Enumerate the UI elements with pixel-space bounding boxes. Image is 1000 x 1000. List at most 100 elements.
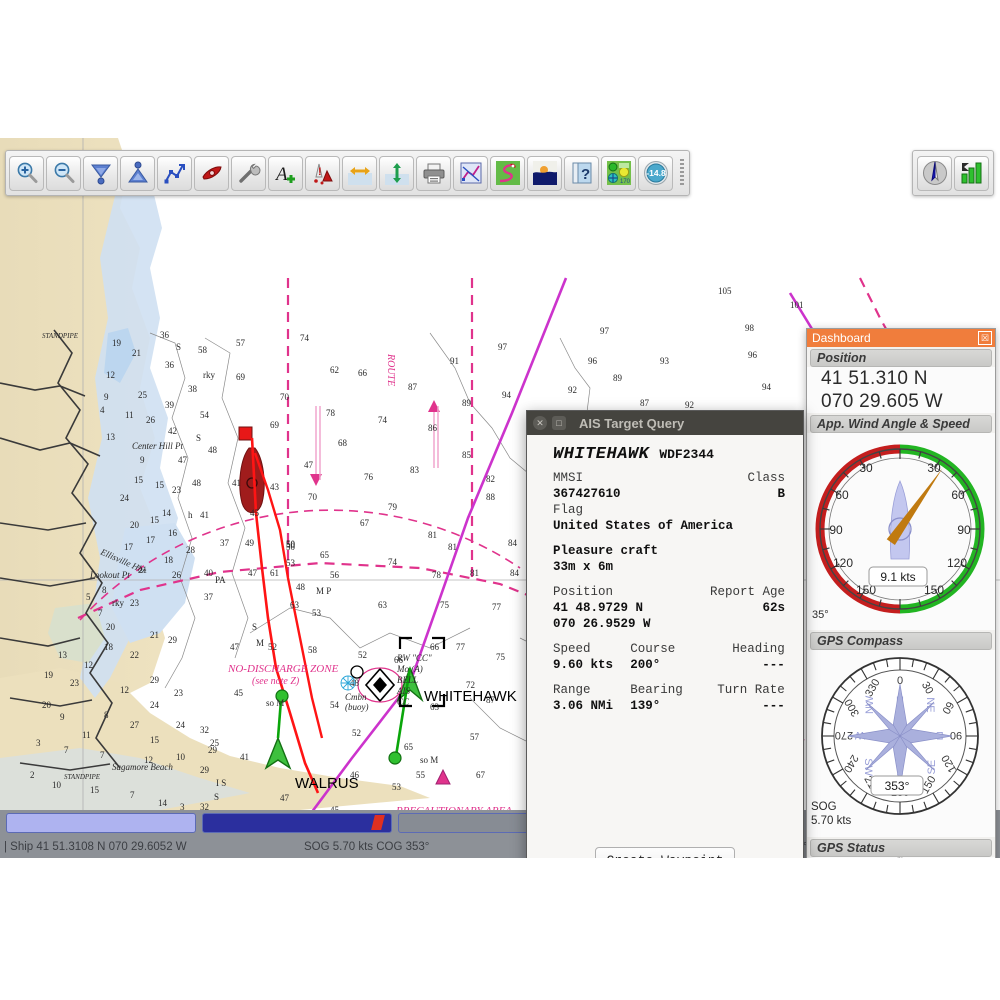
position-readout: 41 51.310 N 070 29.605 W <box>807 367 995 413</box>
heading-label: Heading <box>732 642 785 656</box>
chart-down-icon[interactable] <box>83 155 118 191</box>
svg-text:78: 78 <box>432 570 442 580</box>
svg-text:M: M <box>256 638 264 648</box>
svg-text:84: 84 <box>510 568 520 578</box>
svg-text:60: 60 <box>951 488 965 502</box>
svg-text:23: 23 <box>172 485 182 495</box>
svg-text:h: h <box>188 510 193 520</box>
svg-text:81: 81 <box>448 542 457 552</box>
svg-text:54: 54 <box>330 700 340 710</box>
svg-text:11: 11 <box>82 730 91 740</box>
track-icon[interactable] <box>490 155 525 191</box>
svg-text:48: 48 <box>208 445 218 455</box>
svg-text:90: 90 <box>950 729 962 741</box>
compass-value-icon[interactable]: -14.8 <box>638 155 673 191</box>
svg-text:28: 28 <box>186 545 196 555</box>
svg-text:!: ! <box>318 166 322 178</box>
range-value: 3.06 NMi <box>553 699 614 713</box>
area-label-nodischarge: NO-DISCHARGE ZONE <box>227 663 339 675</box>
svg-text:36: 36 <box>160 330 170 340</box>
turn-rate-value: --- <box>762 699 785 713</box>
svg-text:29: 29 <box>200 765 210 775</box>
svg-text:39: 39 <box>165 400 175 410</box>
chart-up-icon[interactable] <box>120 155 155 191</box>
close-icon[interactable]: ☒ <box>978 331 992 345</box>
svg-text:69: 69 <box>270 420 280 430</box>
svg-text:S: S <box>196 433 201 443</box>
dashboard-panel[interactable]: Dashboard ☒ Position 41 51.310 N 070 29.… <box>806 328 996 858</box>
ais-dialog-body: WHITEHAWK WDF2344 MMSI Class 367427610 B… <box>527 435 803 718</box>
svg-text:17: 17 <box>124 542 134 552</box>
svg-text:82: 82 <box>486 474 495 484</box>
boat-follow-icon[interactable] <box>194 155 229 191</box>
svg-text:77: 77 <box>492 602 502 612</box>
svg-text:92: 92 <box>568 385 577 395</box>
svg-text:46: 46 <box>350 770 360 780</box>
ais-alert-icon[interactable]: ! <box>305 155 340 191</box>
signal-bars-icon[interactable] <box>954 155 989 191</box>
svg-text:101: 101 <box>790 300 804 310</box>
svg-text:43: 43 <box>270 482 280 492</box>
svg-text:16: 16 <box>168 528 178 538</box>
create-waypoint-button[interactable]: Create Waypoint <box>595 847 735 858</box>
svg-text:S: S <box>176 342 181 352</box>
settings-wrench-icon[interactable] <box>231 155 266 191</box>
svg-text:M P: M P <box>316 586 331 596</box>
close-icon[interactable]: ✕ <box>533 416 547 430</box>
svg-text:78: 78 <box>326 408 336 418</box>
svg-text:AIS: AIS <box>396 686 410 696</box>
svg-text:15: 15 <box>155 480 165 490</box>
route-create-icon[interactable] <box>157 155 192 191</box>
toolbar-drag-handle[interactable] <box>677 156 687 190</box>
svg-text:41: 41 <box>240 752 249 762</box>
svg-text:22: 22 <box>130 650 139 660</box>
svg-text:21: 21 <box>132 348 141 358</box>
svg-text:26: 26 <box>146 415 156 425</box>
dashboard-titlebar[interactable]: Dashboard ☒ <box>807 329 995 347</box>
ais-dialog-titlebar[interactable]: ✕ □ AIS Target Query <box>527 411 803 435</box>
range-label: Range <box>553 683 591 697</box>
svg-text:67: 67 <box>360 518 370 528</box>
sunrise-icon[interactable] <box>527 155 562 191</box>
svg-text:47: 47 <box>230 642 240 652</box>
svg-text:2: 2 <box>30 770 35 780</box>
svg-text:29: 29 <box>168 635 178 645</box>
svg-text:90: 90 <box>957 523 971 537</box>
zoom-out-icon[interactable] <box>46 155 81 191</box>
help-icon[interactable]: ? <box>564 155 599 191</box>
arrows-horizontal-icon[interactable] <box>342 155 377 191</box>
svg-text:15: 15 <box>90 785 100 795</box>
svg-text:97: 97 <box>600 326 610 336</box>
svg-text:12: 12 <box>144 755 153 765</box>
place-center-hill: Center Hill Pt <box>132 441 183 451</box>
north-up-icon[interactable] <box>917 155 952 191</box>
svg-text:75: 75 <box>496 652 506 662</box>
area-label-nodischarge-note: (see note Z) <box>252 676 300 687</box>
arrows-vertical-icon[interactable] <box>379 155 414 191</box>
text-add-icon[interactable]: A <box>268 155 303 191</box>
svg-text:47: 47 <box>280 793 290 803</box>
svg-text:13: 13 <box>58 650 68 660</box>
print-icon[interactable] <box>416 155 451 191</box>
route-manager-icon[interactable] <box>453 155 488 191</box>
svg-text:48: 48 <box>192 478 202 488</box>
dashboard-icon[interactable]: 170 <box>601 155 636 191</box>
svg-text:15: 15 <box>134 475 144 485</box>
svg-text:81: 81 <box>428 530 437 540</box>
svg-text:83: 83 <box>410 465 420 475</box>
svg-text:5: 5 <box>86 592 91 602</box>
svg-text:79: 79 <box>388 502 398 512</box>
svg-text:65: 65 <box>404 742 414 752</box>
vessel-type-value: Pleasure craft <box>553 544 659 558</box>
zoom-in-icon[interactable] <box>9 155 44 191</box>
svg-text:Mo (A): Mo (A) <box>396 664 423 674</box>
svg-text:36: 36 <box>165 360 175 370</box>
ais-target-query-dialog[interactable]: ✕ □ AIS Target Query WHITEHAWK WDF2344 M… <box>526 410 804 858</box>
svg-text:32: 32 <box>200 725 209 735</box>
main-toolbar[interactable]: A ! ? 170 -14.8 <box>5 150 690 196</box>
maximize-icon[interactable]: □ <box>552 416 566 430</box>
secondary-toolbar[interactable] <box>912 150 994 196</box>
svg-text:69: 69 <box>236 372 246 382</box>
svg-text:12: 12 <box>106 370 115 380</box>
gps-compass-gauge: 0 30 60 90 120 150 180 210 240 270 300 3… <box>807 650 995 837</box>
